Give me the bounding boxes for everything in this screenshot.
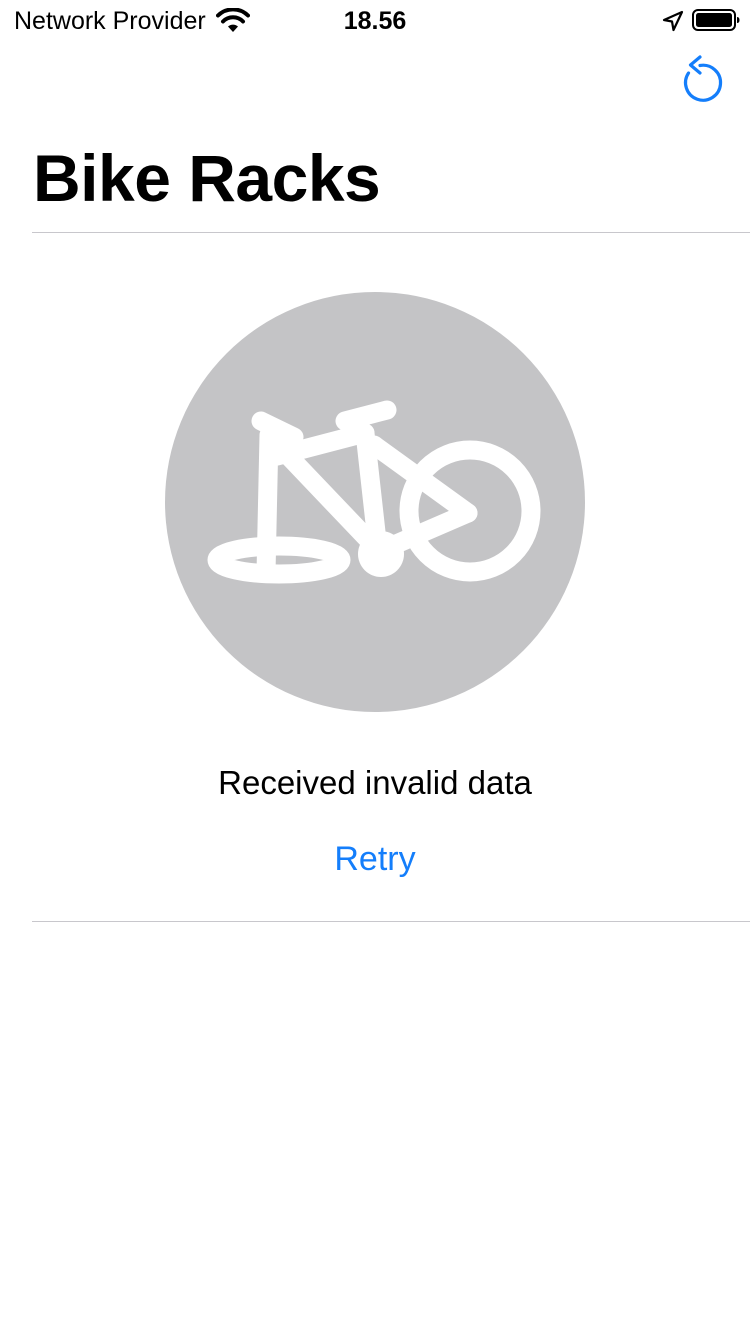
divider-bottom xyxy=(32,921,750,922)
bicycle-icon xyxy=(165,292,585,712)
refresh-button[interactable] xyxy=(670,54,724,108)
location-arrow-icon xyxy=(662,10,684,32)
refresh-icon xyxy=(683,55,723,102)
battery-icon xyxy=(692,9,740,31)
status-bar: Network Provider 18.56 xyxy=(0,0,750,40)
divider-top xyxy=(32,232,750,233)
error-message: Received invalid data xyxy=(218,764,532,801)
status-time: 18.56 xyxy=(343,7,407,35)
page-title: Bike Racks xyxy=(33,141,381,215)
retry-button[interactable]: Retry xyxy=(275,836,475,882)
